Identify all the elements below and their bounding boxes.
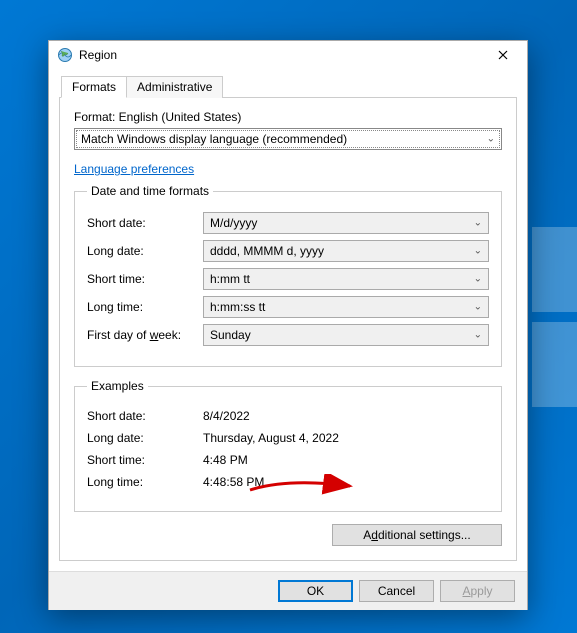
first-day-select[interactable]: Sunday ⌄ — [203, 324, 489, 346]
close-button[interactable] — [481, 41, 525, 69]
examples-legend: Examples — [87, 379, 148, 393]
chevron-down-icon: ⌄ — [474, 302, 482, 313]
first-day-label: First day of week: — [87, 328, 203, 342]
first-day-value: Sunday — [210, 328, 251, 342]
short-date-label: Short date: — [87, 216, 203, 230]
example-short-date-value: 8/4/2022 — [203, 409, 489, 423]
titlebar: Region — [49, 41, 527, 69]
example-short-time-value: 4:48 PM — [203, 453, 489, 467]
short-time-value: h:mm tt — [210, 272, 250, 286]
chevron-down-icon: ⌄ — [474, 246, 482, 257]
example-short-date-label: Short date: — [87, 409, 203, 423]
long-time-label: Long time: — [87, 300, 203, 314]
long-time-select[interactable]: h:mm:ss tt ⌄ — [203, 296, 489, 318]
additional-settings-button[interactable]: Additional settings... — [332, 524, 502, 546]
short-date-select[interactable]: M/d/yyyy ⌄ — [203, 212, 489, 234]
tab-administrative[interactable]: Administrative — [126, 76, 223, 98]
datetime-formats-group: Date and time formats Short date: M/d/yy… — [74, 184, 502, 367]
chevron-down-icon: ⌄ — [474, 218, 482, 229]
tab-formats[interactable]: Formats — [61, 76, 127, 98]
cancel-button[interactable]: Cancel — [359, 580, 434, 602]
example-long-time-value: 4:48:58 PM — [203, 475, 489, 489]
datetime-formats-legend: Date and time formats — [87, 184, 213, 198]
format-select-value: Match Windows display language (recommen… — [81, 132, 347, 146]
examples-group: Examples Short date: 8/4/2022 Long date:… — [74, 379, 502, 512]
ok-button[interactable]: OK — [278, 580, 353, 602]
region-dialog: Region Formats Administrative Format: En… — [48, 40, 528, 610]
tab-strip: Formats Administrative — [59, 76, 517, 98]
apply-button[interactable]: Apply — [440, 580, 515, 602]
format-label: Format: English (United States) — [74, 110, 502, 124]
long-time-value: h:mm:ss tt — [210, 300, 265, 314]
example-long-date-value: Thursday, August 4, 2022 — [203, 431, 489, 445]
long-date-select[interactable]: dddd, MMMM d, yyyy ⌄ — [203, 240, 489, 262]
example-long-date-label: Long date: — [87, 431, 203, 445]
short-time-label: Short time: — [87, 272, 203, 286]
short-time-select[interactable]: h:mm tt ⌄ — [203, 268, 489, 290]
chevron-down-icon: ⌄ — [474, 274, 482, 285]
short-date-value: M/d/yyyy — [210, 216, 257, 230]
chevron-down-icon: ⌄ — [487, 134, 495, 145]
close-icon — [498, 50, 508, 60]
long-date-label: Long date: — [87, 244, 203, 258]
format-select[interactable]: Match Windows display language (recommen… — [74, 128, 502, 150]
example-short-time-label: Short time: — [87, 453, 203, 467]
window-title: Region — [79, 48, 481, 62]
chevron-down-icon: ⌄ — [474, 330, 482, 341]
language-preferences-link[interactable]: Language preferences — [74, 162, 194, 176]
globe-icon — [57, 47, 73, 63]
example-long-time-label: Long time: — [87, 475, 203, 489]
long-date-value: dddd, MMMM d, yyyy — [210, 244, 324, 258]
formats-panel: Format: English (United States) Match Wi… — [59, 97, 517, 561]
dialog-footer: OK Cancel Apply — [49, 571, 527, 610]
